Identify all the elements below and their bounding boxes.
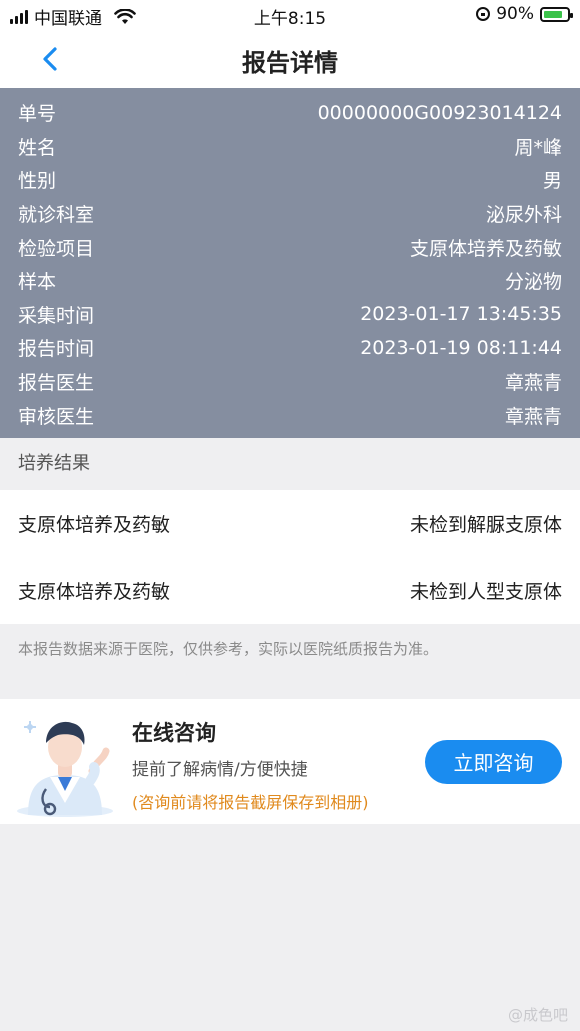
rotation-lock-icon: [476, 7, 491, 21]
info-row-report-doctor: 报告医生 章燕青: [18, 365, 562, 399]
info-label: 样本: [18, 271, 57, 294]
info-label: 姓名: [18, 136, 57, 159]
battery-percent: 90%: [496, 4, 534, 24]
status-bar: 中国联通 上午8:15 90%: [0, 0, 580, 30]
info-label: 性别: [18, 170, 57, 193]
status-right: 90%: [476, 4, 573, 24]
results-section-title: 培养结果: [0, 437, 580, 490]
info-row-name: 姓名 周*峰: [18, 130, 562, 164]
consult-subtitle: 提前了解病情/方便快捷: [132, 759, 308, 780]
info-row-test-item: 检验项目 支原体培养及药敏: [18, 230, 562, 264]
battery-icon: [540, 6, 573, 22]
info-value: 泌尿外科: [485, 204, 562, 227]
info-label: 就诊科室: [18, 204, 95, 227]
info-label: 审核医生: [18, 405, 95, 428]
info-row-order-number: 单号 00000000G00923014124: [18, 96, 562, 130]
info-row-report-time: 报告时间 2023-01-19 08:11:44: [18, 331, 562, 365]
consult-title: 在线咨询: [132, 720, 216, 745]
info-label: 采集时间: [18, 304, 95, 327]
info-row-review-doctor: 审核医生 章燕青: [18, 398, 562, 432]
info-row-sample: 样本 分泌物: [18, 264, 562, 298]
info-value: 章燕青: [504, 372, 562, 395]
consult-now-button[interactable]: 立即咨询: [425, 739, 562, 784]
page-title: 报告详情: [242, 49, 338, 77]
info-value: 2023-01-17 13:45:35: [360, 303, 562, 326]
results-list: 支原体培养及药敏 未检到解脲支原体 支原体培养及药敏 未检到人型支原体: [0, 489, 580, 624]
result-row: 支原体培养及药敏 未检到人型支原体: [0, 557, 580, 624]
nav-bar: 报告详情: [0, 30, 580, 88]
info-label: 报告医生: [18, 372, 95, 395]
watermark-text: @成色吧: [507, 1006, 568, 1024]
info-value: 周*峰: [514, 136, 562, 159]
info-value: 2023-01-19 08:11:44: [360, 336, 562, 359]
online-consult-card: 在线咨询 提前了解病情/方便快捷 (咨询前请将报告截屏保存到相册) 立即咨询: [0, 698, 580, 824]
info-row-department: 就诊科室 泌尿外科: [18, 197, 562, 231]
consult-note: (咨询前请将报告截屏保存到相册): [132, 792, 369, 812]
info-row-collect-time: 采集时间 2023-01-17 13:45:35: [18, 298, 562, 332]
info-value: 分泌物: [504, 271, 562, 294]
info-value: 支原体培养及药敏: [409, 237, 562, 260]
doctor-illustration-icon: [17, 720, 113, 817]
info-value: 00000000G00923014124: [317, 101, 562, 124]
info-value: 章燕青: [504, 405, 562, 428]
result-name: 支原体培养及药敏: [18, 580, 171, 603]
info-label: 单号: [18, 103, 57, 126]
info-label: 检验项目: [18, 237, 95, 260]
info-row-gender: 性别 男: [18, 163, 562, 197]
info-label: 报告时间: [18, 338, 95, 361]
result-name: 支原体培养及药敏: [18, 513, 171, 536]
result-row: 支原体培养及药敏 未检到解脲支原体: [0, 490, 580, 557]
report-info-panel: 单号 00000000G00923014124 姓名 周*峰 性别 男 就诊科室…: [0, 88, 580, 438]
result-value: 未检到人型支原体: [409, 580, 562, 603]
info-value: 男: [542, 170, 562, 193]
result-value: 未检到解脲支原体: [409, 513, 562, 536]
disclaimer-text: 本报告数据来源于医院，仅供参考，实际以医院纸质报告为准。: [0, 623, 580, 685]
